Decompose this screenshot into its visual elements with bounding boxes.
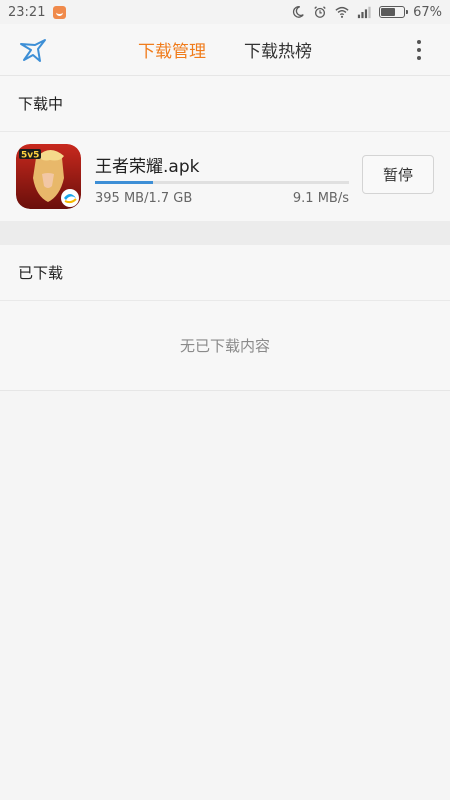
status-time: 23:21 [8,4,46,20]
svg-text:5v5: 5v5 [21,151,39,161]
file-name: 王者荣耀.apk [95,157,200,177]
tab-download-manager[interactable]: 下载管理 [138,37,206,62]
wifi-icon [335,6,349,18]
tab-download-ranking[interactable]: 下载热榜 [244,37,312,62]
section-divider [0,221,450,245]
game-app-icon: 5v5 [16,144,81,209]
tab-bar: 下载管理 下载热榜 [0,24,450,75]
downloading-section-header: 下载中 [0,76,450,132]
download-size-text: 395 MB/1.7 GB [95,191,193,206]
status-bar: 23:21 67% [0,0,450,24]
pause-button[interactable]: 暂停 [362,155,434,194]
downloaded-section-header: 已下载 [0,245,450,301]
download-progress-fill [95,181,153,184]
download-item[interactable]: 5v5 王者荣耀.apk 395 MB/1.7 GB 9.1 MB/s 暂停 [0,132,450,221]
battery-icon [379,6,409,18]
moon-icon [292,6,304,18]
status-left: 23:21 [8,4,67,20]
notification-badge-icon [53,5,67,19]
alarm-icon [314,6,326,18]
more-vertical-icon[interactable] [414,40,424,60]
download-speed-text: 9.1 MB/s [292,191,349,206]
signal-icon [357,6,371,19]
empty-state-text: 无已下载内容 [179,337,270,355]
status-right: 67% [291,5,442,20]
app-bar: 下载管理 下载热榜 [0,24,450,76]
battery-percent: 67% [413,4,442,20]
download-progress-bar [95,181,349,184]
empty-state: 无已下载内容 [0,301,450,391]
